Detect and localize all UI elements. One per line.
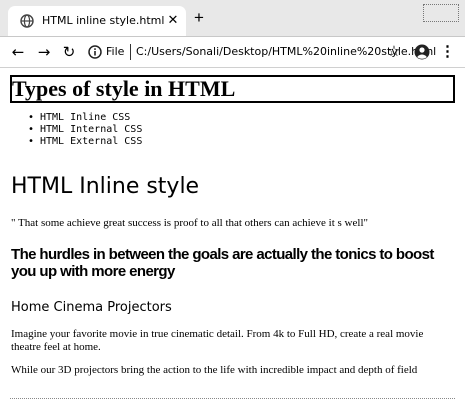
info-icon[interactable]: [88, 45, 102, 59]
projectors-heading: Home Cinema Projectors: [11, 300, 172, 315]
list-item: HTML External CSS: [28, 136, 142, 148]
star-icon[interactable]: ☆: [386, 44, 402, 60]
paragraph-movie: Imagine your favorite movie in true cine…: [11, 328, 424, 353]
tab-title: HTML inline style.html: [42, 14, 165, 27]
quote-text: " That some achieve great success is pro…: [11, 217, 368, 229]
divider: [130, 44, 131, 60]
style-type-list: HTML Inline CSS HTML Internal CSS HTML E…: [28, 112, 142, 148]
reload-icon[interactable]: ↻: [61, 44, 77, 60]
divider: [10, 398, 455, 399]
browser-toolbar: ← → ↻ File C:/Users/Sonali/Desktop/HTML%…: [0, 37, 465, 68]
paragraph-3d: While our 3D projectors bring the action…: [11, 364, 418, 376]
address-bar[interactable]: File C:/Users/Sonali/Desktop/HTML%20inli…: [84, 40, 436, 64]
page-title-box: Types of style in HTML: [10, 75, 455, 103]
hurdles-heading: The hurdles in between the goals are act…: [11, 246, 434, 280]
back-arrow-icon[interactable]: ←: [10, 44, 26, 60]
kebab-menu-icon[interactable]: ⋮: [440, 44, 455, 60]
tab-strip: HTML inline style.html ✕ +: [0, 0, 465, 37]
forward-arrow-icon[interactable]: →: [36, 44, 52, 60]
plus-icon[interactable]: +: [192, 9, 206, 26]
close-icon[interactable]: ✕: [166, 13, 180, 27]
list-item: HTML Internal CSS: [28, 124, 142, 136]
browser-tab[interactable]: HTML inline style.html ✕: [8, 6, 186, 36]
profile-icon[interactable]: [414, 44, 430, 60]
page-content: Types of style in HTML HTML Inline CSS H…: [0, 68, 465, 402]
scheme-label: File: [106, 45, 125, 58]
page-title: Types of style in HTML: [12, 76, 236, 101]
globe-icon: [20, 14, 34, 28]
list-item: HTML Inline CSS: [28, 112, 142, 124]
window-controls[interactable]: [423, 4, 459, 22]
inline-style-heading: HTML Inline style: [11, 174, 200, 199]
